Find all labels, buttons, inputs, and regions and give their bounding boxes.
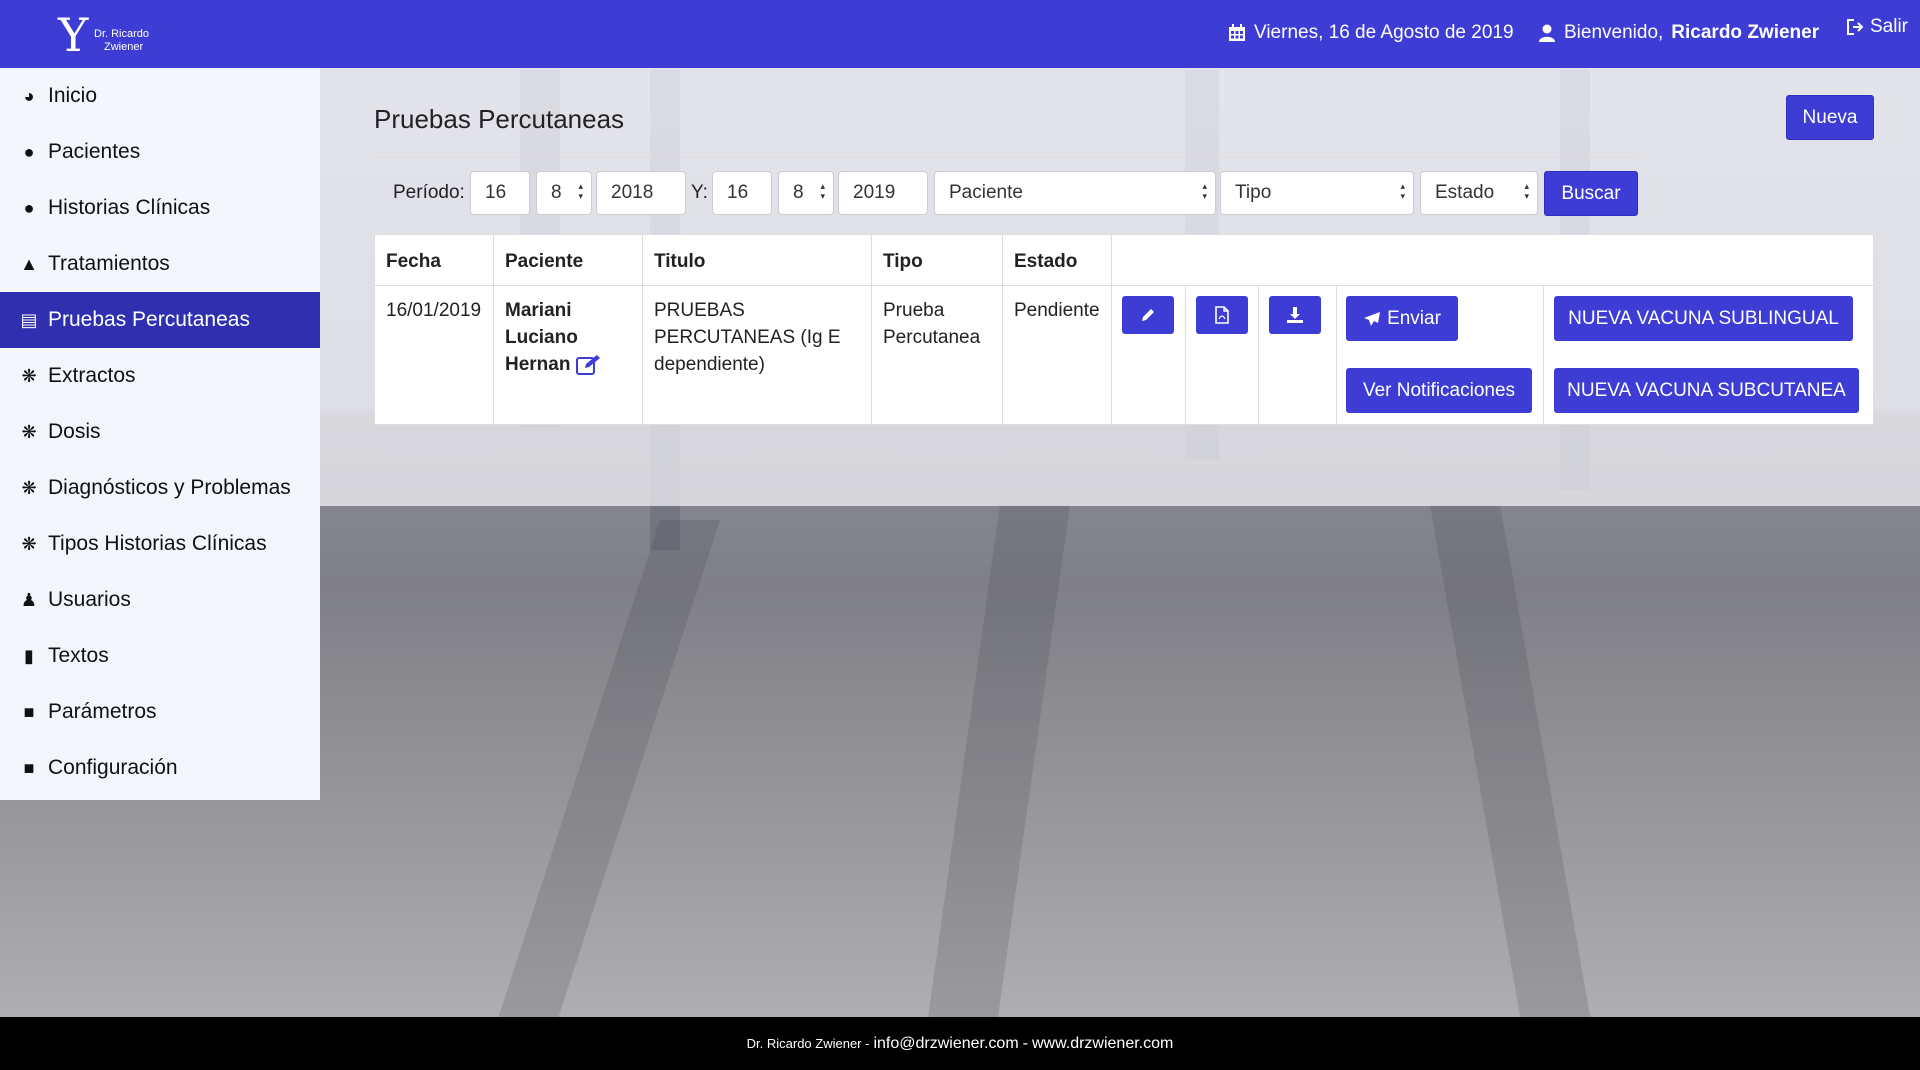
sidebar-item-pacientes[interactable]: ● Pacientes [0, 124, 320, 180]
edit-patient-icon[interactable] [576, 354, 602, 376]
user-secret-icon: ♟ [20, 589, 38, 610]
sidebar-item-configuracion[interactable]: ■ Configuración [0, 740, 320, 796]
user-name: Ricardo Zwiener [1671, 22, 1820, 43]
col-header-tipo[interactable]: Tipo [883, 251, 923, 273]
user-icon [1539, 24, 1555, 42]
to-month-select[interactable]: 8 [778, 171, 834, 215]
cell-patient: Mariani Luciano Hernan [505, 297, 602, 378]
new-subcutaneous-vaccine-button[interactable]: NUEVA VACUNA SUBCUTANEA [1554, 368, 1859, 413]
bug-icon: ❋ [21, 477, 37, 498]
view-notifications-button[interactable]: Ver Notificaciones [1346, 368, 1532, 413]
sidebar-item-inicio[interactable]: ◕ Inicio [0, 68, 320, 124]
sidebar-item-textos[interactable]: ▮ Textos [0, 628, 320, 684]
logo-text: Dr. Ricardo Zwiener [94, 28, 150, 53]
sidebar-item-extractos[interactable]: ❋ Extractos [0, 348, 320, 404]
bug-icon: ❋ [21, 421, 37, 442]
users-icon: ● [23, 197, 35, 218]
col-header-estado[interactable]: Estado [1014, 251, 1077, 273]
footer-email[interactable]: info@drzwiener.com [873, 1035, 1018, 1053]
sidebar-item-diagnosticos[interactable]: ❋ Diagnósticos y Problemas [0, 460, 320, 516]
footer-name: Dr. Ricardo Zwiener - [746, 1036, 870, 1051]
download-icon [1287, 307, 1303, 323]
users-icon: ● [23, 141, 35, 162]
dashboard-icon: ◕ [23, 85, 35, 106]
sign-out-icon [1847, 19, 1864, 35]
sidebar-item-historias-clinicas[interactable]: ● Historias Clínicas [0, 180, 320, 236]
footer-separator: - [1022, 1034, 1028, 1052]
lock-icon: ■ [23, 757, 35, 778]
footer-website[interactable]: www.drzwiener.com [1032, 1035, 1173, 1053]
file-icon: ▮ [24, 645, 34, 666]
sidebar: ◕ Inicio ● Pacientes ● Historias Clínicas ▲… [0, 68, 320, 800]
paper-plane-icon [1364, 311, 1381, 326]
cell-date: 16/01/2019 [386, 300, 482, 321]
current-date: Viernes, 16 de Agosto de 2019 [1228, 22, 1514, 44]
sidebar-item-tipos-historias[interactable]: ❋ Tipos Historias Clínicas [0, 516, 320, 572]
bug-icon: ❋ [21, 533, 37, 554]
drop-icon: ▲ [20, 253, 38, 274]
file-pdf-icon [1215, 306, 1229, 324]
and-label: Y: [691, 182, 708, 203]
lock-icon: ■ [23, 701, 35, 722]
logo[interactable]: Y Dr. Ricardo Zwiener [58, 8, 178, 62]
bug-icon: ❋ [21, 365, 37, 386]
welcome-user[interactable]: Bienvenido, Ricardo Zwiener [1538, 22, 1819, 44]
send-button[interactable]: Enviar [1346, 296, 1458, 341]
from-day-input[interactable]: 16 [470, 171, 530, 215]
to-year-input[interactable]: 2019 [838, 171, 928, 215]
from-month-select[interactable]: 8 [536, 171, 592, 215]
col-header-paciente[interactable]: Paciente [505, 251, 583, 273]
sidebar-item-pruebas-percutaneas[interactable]: ▤ Pruebas Percutaneas [0, 292, 320, 348]
download-button[interactable] [1269, 296, 1321, 334]
cell-title: PRUEBAS PERCUTANEAS (Ig E dependiente) [654, 300, 841, 375]
col-header-titulo[interactable]: Titulo [654, 251, 705, 273]
from-year-input[interactable]: 2018 [596, 171, 686, 215]
sidebar-item-tratamientos[interactable]: ▲ Tratamientos [0, 236, 320, 292]
search-button[interactable]: Buscar [1544, 171, 1638, 216]
patient-select[interactable]: Paciente [934, 171, 1216, 215]
sidebar-item-parametros[interactable]: ■ Parámetros [0, 684, 320, 740]
pdf-button[interactable] [1196, 296, 1248, 334]
edit-button[interactable] [1122, 296, 1174, 334]
pencil-icon [1142, 309, 1154, 321]
cell-type: Prueba Percutanea [883, 300, 981, 348]
logo-mark: Y [58, 8, 89, 62]
period-label: Período: [393, 182, 465, 203]
title-divider [374, 157, 1638, 158]
new-sublingual-vaccine-button[interactable]: NUEVA VACUNA SUBLINGUAL [1554, 296, 1853, 341]
type-select[interactable]: Tipo [1220, 171, 1414, 215]
top-navbar: Y Dr. Ricardo Zwiener Viernes, 16 de Ago… [0, 0, 1920, 68]
status-select[interactable]: Estado [1420, 171, 1538, 215]
footer: Dr. Ricardo Zwiener - info@drzwiener.com… [0, 1017, 1920, 1070]
new-button[interactable]: Nueva [1786, 95, 1874, 140]
col-header-fecha[interactable]: Fecha [386, 251, 441, 273]
calendar-icon [1229, 24, 1245, 41]
document-icon: ▤ [20, 309, 38, 330]
results-table: Fecha Paciente Titulo Tipo Estado 16/01/… [374, 234, 1874, 425]
sidebar-item-usuarios[interactable]: ♟ Usuarios [0, 572, 320, 628]
cell-status: Pendiente [1014, 300, 1100, 321]
sidebar-item-dosis[interactable]: ❋ Dosis [0, 404, 320, 460]
page-title: Pruebas Percutaneas [374, 104, 625, 134]
logout-link[interactable]: Salir [1846, 16, 1908, 38]
to-day-input[interactable]: 16 [712, 171, 772, 215]
